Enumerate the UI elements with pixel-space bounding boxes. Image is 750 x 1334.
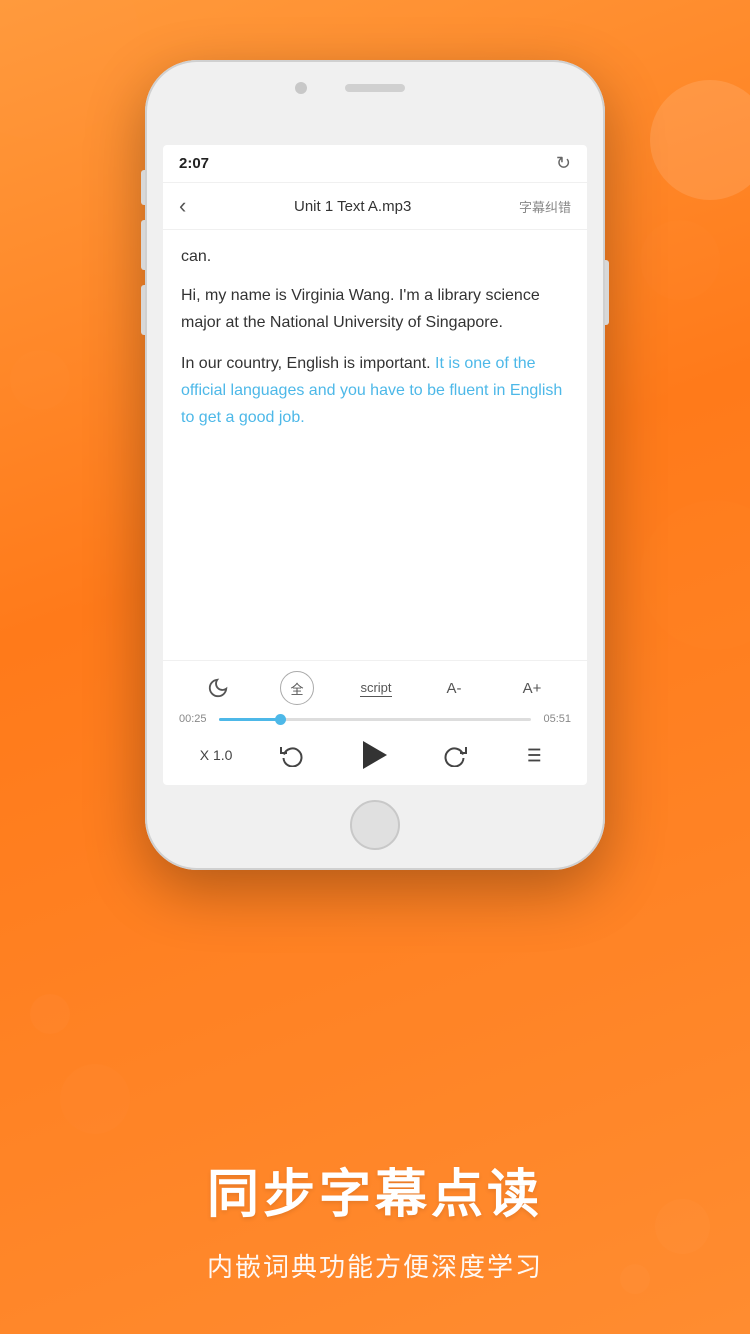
phone-mockup: 2:07 ↻ ‹ Unit 1 Text A.mp3 字幕纠错 can. Hi,… (145, 60, 605, 870)
playback-row: X 1.0 (179, 733, 571, 777)
forward-icon (443, 743, 467, 767)
time-current: 00:25 (179, 713, 211, 725)
rewind-icon (280, 743, 304, 767)
control-icons-row: 全 script A- A+ (179, 671, 571, 705)
text-paragraph2: In our country, English is important. It… (181, 350, 569, 432)
text-can: can. (181, 244, 569, 270)
playlist-button[interactable] (514, 737, 550, 773)
full-text-label: 全 (290, 679, 303, 698)
home-button[interactable] (350, 800, 400, 850)
silent-button (141, 170, 145, 205)
script-label: script (360, 680, 391, 697)
font-decrease-button[interactable]: A- (438, 672, 470, 704)
text-paragraph2-prefix: In our country, English is important. (181, 355, 435, 372)
main-title: 同步字幕点读 (40, 1152, 710, 1227)
play-icon (363, 741, 387, 769)
progress-track[interactable] (219, 718, 531, 721)
play-button[interactable] (351, 733, 395, 777)
front-camera (295, 82, 307, 94)
phone-screen: 2:07 ↻ ‹ Unit 1 Text A.mp3 字幕纠错 can. Hi,… (163, 145, 587, 785)
refresh-icon[interactable]: ↻ (556, 153, 571, 174)
font-plus-label: A+ (523, 680, 542, 697)
rewind-button[interactable] (274, 737, 310, 773)
progress-fill (219, 718, 281, 721)
font-increase-button[interactable]: A+ (516, 672, 548, 704)
power-button (605, 260, 609, 325)
text-paragraph1: Hi, my name is Virginia Wang. I'm a libr… (181, 282, 569, 336)
earpiece-speaker (345, 84, 405, 92)
sub-title: 内嵌词典功能方便深度学习 (40, 1247, 710, 1284)
progress-handle[interactable] (275, 714, 286, 725)
phone-shell: 2:07 ↻ ‹ Unit 1 Text A.mp3 字幕纠错 can. Hi,… (145, 60, 605, 870)
status-time: 2:07 (179, 155, 209, 172)
night-mode-button[interactable] (202, 672, 234, 704)
progress-row: 00:25 05:51 (179, 713, 571, 725)
list-icon (521, 744, 543, 766)
screen-header: 2:07 ↻ (163, 145, 587, 183)
screen-content: can. Hi, my name is Virginia Wang. I'm a… (163, 230, 587, 660)
forward-button[interactable] (437, 737, 473, 773)
screen-nav: ‹ Unit 1 Text A.mp3 字幕纠错 (163, 183, 587, 230)
full-text-button[interactable]: 全 (280, 671, 314, 705)
subtitle-error-button[interactable]: 字幕纠错 (519, 197, 571, 216)
volume-down-button (141, 285, 145, 335)
player-controls: 全 script A- A+ 0 (163, 660, 587, 785)
moon-icon (207, 677, 229, 699)
script-button[interactable]: script (360, 672, 392, 704)
time-total: 05:51 (539, 713, 571, 725)
speed-button[interactable]: X 1.0 (200, 747, 233, 763)
nav-title: Unit 1 Text A.mp3 (294, 198, 411, 215)
back-button[interactable]: ‹ (179, 193, 186, 219)
volume-up-button (141, 220, 145, 270)
bottom-section: 同步字幕点读 内嵌词典功能方便深度学习 (0, 1122, 750, 1334)
font-minus-label: A- (447, 680, 462, 697)
